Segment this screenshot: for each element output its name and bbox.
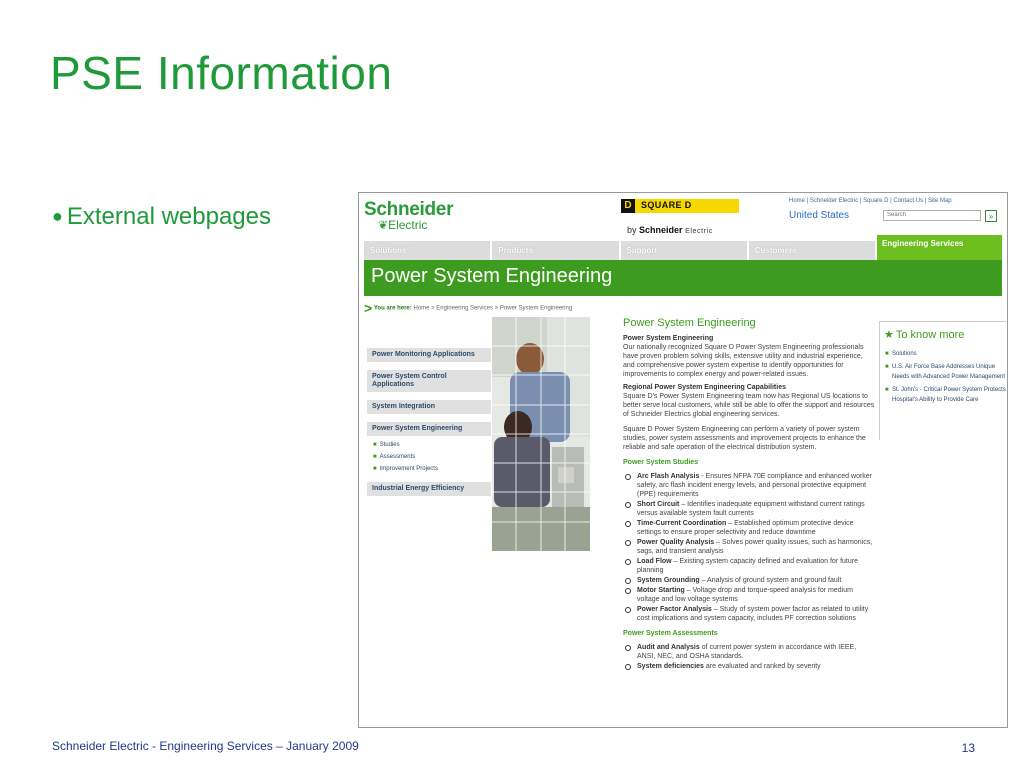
section2-heading: Regional Power System Engineering Capabi… <box>623 384 786 391</box>
assessments-heading: Power System Assessments <box>623 630 718 637</box>
bullet-icon: ● <box>52 206 63 226</box>
search-input[interactable] <box>883 210 981 221</box>
slide-title: PSE Information <box>50 47 393 99</box>
list-item: Audit and Analysis of current power syst… <box>623 643 875 661</box>
logo-sub-text: ❦Electric <box>378 218 428 232</box>
banner-title: Power System Engineering <box>371 265 613 287</box>
top-links[interactable]: Home | Schneider Electric | Square D | C… <box>789 198 952 204</box>
menu-system-integration[interactable]: System Integration <box>367 400 491 414</box>
circle-bullet-icon <box>625 502 631 508</box>
nav-products[interactable]: Products <box>492 241 621 260</box>
circle-bullet-icon <box>625 645 631 651</box>
schneider-logo[interactable]: Schneider ❦Electric <box>364 199 454 232</box>
section1-text: Our nationally recognized Square D Power… <box>623 344 864 378</box>
breadcrumb: > You are here: Home > Engineering Servi… <box>364 300 572 316</box>
section1-heading: Power System Engineering <box>623 335 714 342</box>
menu-power-system-engineering[interactable]: Power System Engineering <box>367 422 491 436</box>
link-st-johns[interactable]: ■ St. John's - Critical Power System Prot… <box>880 385 1006 405</box>
bullet-icon: ■ <box>373 454 377 460</box>
submenu-studies[interactable]: ■ Studies <box>367 442 491 448</box>
content-title: Power System Engineering <box>623 317 756 329</box>
to-know-more-list: ■ Solutions ■ U.S. Air Force Base Addresse… <box>880 349 1006 405</box>
main-nav: Solutions Products Support Customers <box>364 241 877 260</box>
bullet-icon: ■ <box>373 442 377 448</box>
list-item: Power Factor Analysis – Study of system … <box>623 605 875 623</box>
bullet-text: External webpages <box>66 203 272 230</box>
assessments-list: Audit and Analysis of current power syst… <box>623 643 875 671</box>
bullet-icon: ■ <box>885 364 889 370</box>
bullet-icon: ■ <box>373 466 377 472</box>
list-item: Load Flow – Existing system capacity def… <box>623 557 875 575</box>
bullet-item: ● External webpages <box>52 203 271 231</box>
section2-text: Square D's Power System Engineering team… <box>623 393 875 418</box>
circle-bullet-icon <box>625 578 631 584</box>
breadcrumb-label: You are here: <box>373 305 412 312</box>
list-item: Short Circuit – Identifies inadequate eq… <box>623 500 875 518</box>
bullet-icon: ■ <box>885 387 889 393</box>
menu-power-monitoring[interactable]: Power Monitoring Applications <box>367 348 491 362</box>
nav-support[interactable]: Support <box>620 241 749 260</box>
photo-illustration <box>492 317 590 551</box>
list-item: System Grounding – Analysis of ground sy… <box>623 576 875 585</box>
breadcrumb-arrow-icon: > <box>364 300 373 316</box>
submenu-improvement-projects[interactable]: ■ Improvement Projects <box>367 466 491 472</box>
list-item: Arc Flash Analysis - Ensures NFPA 70E co… <box>623 472 875 499</box>
submenu-assessments[interactable]: ■ Assessments <box>367 454 491 460</box>
square-d-text: SQUARE D <box>641 200 692 210</box>
nav-engineering-services[interactable]: Engineering Services <box>877 235 1002 260</box>
circle-bullet-icon <box>625 474 631 480</box>
circle-bullet-icon <box>625 521 631 527</box>
webpage-screenshot: Schneider ❦Electric D SQUARE D by Schnei… <box>358 192 1008 728</box>
nav-solutions[interactable]: Solutions <box>364 241 493 260</box>
main-content: Power System Engineering Power System En… <box>623 317 875 672</box>
page-banner: Power System Engineering <box>364 260 1002 296</box>
studies-heading: Power System Studies <box>623 459 699 466</box>
to-know-more-heading: ★ To know more <box>884 329 965 341</box>
star-icon: ★ <box>884 329 894 341</box>
nav-customers[interactable]: Customers <box>748 241 877 260</box>
menu-industrial-energy-efficiency[interactable]: Industrial Energy Efficiency <box>367 482 491 496</box>
page-number: 13 <box>961 741 975 755</box>
search-button[interactable]: » <box>985 210 997 222</box>
by-schneider-tagline: by Schneider Electric <box>627 225 713 235</box>
list-item: System deficiencies are evaluated and ra… <box>623 662 875 671</box>
square-d-logo[interactable]: D SQUARE D <box>621 199 739 213</box>
link-solutions[interactable]: ■ Solutions <box>880 349 1006 359</box>
studies-list: Arc Flash Analysis - Ensures NFPA 70E co… <box>623 472 875 623</box>
breadcrumb-path[interactable]: Home > Engineering Services > Power Syst… <box>413 306 572 312</box>
circle-bullet-icon <box>625 540 631 546</box>
square-d-box-icon: D <box>621 199 635 213</box>
logo-main-text: Schneider <box>364 199 454 220</box>
list-item: Power Quality Analysis – Solves power qu… <box>623 538 875 556</box>
menu-power-system-control[interactable]: Power System Control Applications <box>367 370 491 392</box>
left-menu: Power Monitoring Applications Power Syst… <box>367 348 491 504</box>
bullet-icon: ■ <box>885 351 889 357</box>
list-item: Motor Starting – Voltage drop and torque… <box>623 586 875 604</box>
footer-text: Schneider Electric - Engineering Service… <box>52 739 359 753</box>
list-item: Time-Current Coordination – Established … <box>623 519 875 537</box>
circle-bullet-icon <box>625 664 631 670</box>
engineers-photo <box>492 317 590 551</box>
link-air-force-base[interactable]: ■ U.S. Air Force Base Addresses Unique Ne… <box>880 362 1006 382</box>
circle-bullet-icon <box>625 607 631 613</box>
to-know-more-box: ★ To know more ■ Solutions ■ U.S. Air Force… <box>879 321 1006 440</box>
leaf-icon: ❦ <box>378 218 389 232</box>
country-selector[interactable]: United States <box>789 210 849 221</box>
section3-text: Square D Power System Engineering can pe… <box>623 426 866 451</box>
circle-bullet-icon <box>625 559 631 565</box>
circle-bullet-icon <box>625 588 631 594</box>
